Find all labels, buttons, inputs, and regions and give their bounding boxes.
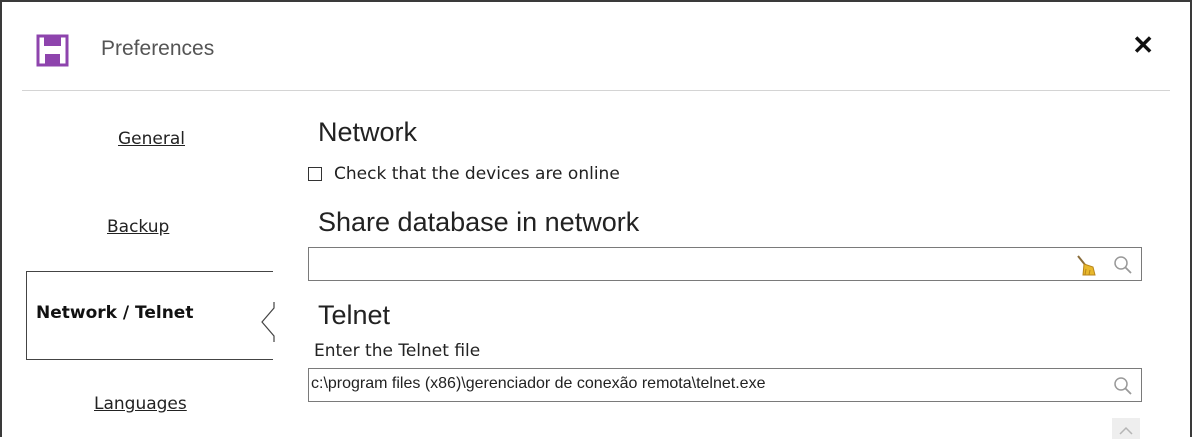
title-divider [22,90,1170,91]
share-database-input[interactable] [308,247,1142,281]
nav-item-general[interactable]: General [118,129,185,149]
telnet-file-value: c:\program files (x86)\gerenciador de co… [311,375,766,392]
preferences-window: Preferences ✕ General Backup Network / T… [0,0,1192,439]
check-online-checkbox[interactable] [308,167,322,181]
save-icon [36,34,69,67]
magnifier-icon[interactable] [1113,255,1133,275]
nav-item-network-telnet-label: Network / Telnet [36,303,194,323]
broom-icon[interactable] [1073,253,1097,277]
share-database-heading: Share database in network [318,207,640,237]
title-bar: Preferences ✕ [2,2,1190,90]
nav-item-backup[interactable]: Backup [107,217,169,237]
close-icon[interactable]: ✕ [1132,30,1154,60]
window-title: Preferences [101,37,215,60]
check-online-row[interactable]: Check that the devices are online [308,164,620,184]
check-online-label: Check that the devices are online [334,164,620,184]
telnet-file-input[interactable]: c:\program files (x86)\gerenciador de co… [308,368,1142,402]
telnet-heading: Telnet [318,300,391,330]
network-heading: Network [318,117,418,147]
magnifier-icon[interactable] [1113,376,1133,396]
scroll-up-icon[interactable] [1112,418,1140,439]
telnet-file-label: Enter the Telnet file [314,341,481,361]
nav-item-languages[interactable]: Languages [94,394,187,414]
chevron-left-icon [261,302,275,342]
